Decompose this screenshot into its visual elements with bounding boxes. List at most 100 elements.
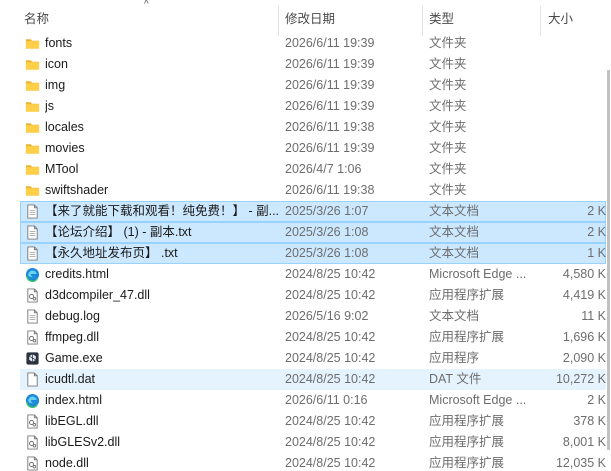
file-name: locales bbox=[45, 120, 84, 134]
file-modified-date: 2024/8/25 10:42 bbox=[285, 414, 376, 428]
file-type: 文件夹 bbox=[429, 78, 467, 92]
file-row[interactable]: icon 2026/6/11 19:39 文件夹 bbox=[20, 54, 606, 75]
file-type: 应用程序扩展 bbox=[429, 414, 505, 428]
text-file-icon bbox=[25, 225, 40, 240]
column-header-size-label: 大小 bbox=[548, 12, 574, 26]
file-type: Microsoft Edge ... bbox=[429, 267, 527, 281]
file-name: img bbox=[45, 78, 66, 92]
file-size bbox=[544, 96, 606, 117]
text-file-icon bbox=[25, 204, 40, 219]
file-modified-date: 2026/5/16 9:02 bbox=[285, 309, 369, 323]
file-modified-date: 2025/3/26 1:08 bbox=[285, 246, 369, 260]
file-size bbox=[544, 33, 606, 54]
file-type: 应用程序扩展 bbox=[429, 456, 505, 470]
file-row[interactable]: index.html 2026/6/11 0:16 Microsoft Edge .… bbox=[20, 390, 606, 411]
file-size: 4,580 K bbox=[562, 267, 606, 281]
file-row[interactable]: js 2026/6/11 19:39 文件夹 bbox=[20, 96, 606, 117]
file-size: 1,696 K bbox=[562, 330, 606, 344]
file-row[interactable]: debug.log 2026/5/16 9:02 文本文档 11 K bbox=[20, 306, 606, 327]
file-modified-date: 2025/3/26 1:08 bbox=[285, 225, 369, 239]
file-explorer: 名称 ^ 修改日期 类型 大小 fonts 2026/6/11 19:39 文件夹 i… bbox=[0, 0, 611, 471]
dll-file-icon bbox=[25, 456, 40, 471]
file-row[interactable]: icudtl.dat 2024/8/25 10:42 DAT 文件 10,272 K bbox=[20, 369, 606, 390]
file-size bbox=[544, 117, 606, 138]
file-row[interactable]: ffmpeg.dll 2024/8/25 10:42 应用程序扩展 1,696 K bbox=[20, 327, 606, 348]
file-modified-date: 2024/8/25 10:42 bbox=[285, 372, 376, 386]
file-name: 【永久地址发布页】 .txt bbox=[45, 246, 178, 260]
file-modified-date: 2024/8/25 10:42 bbox=[285, 351, 376, 365]
file-type: 文件夹 bbox=[429, 36, 467, 50]
folder-icon bbox=[25, 141, 40, 156]
dll-file-icon bbox=[25, 330, 40, 345]
blank-file-icon bbox=[25, 372, 40, 387]
dll-file-icon bbox=[25, 435, 40, 450]
file-size: 378 K bbox=[573, 414, 606, 428]
file-type: 文本文档 bbox=[429, 204, 480, 218]
file-size: 11 K bbox=[581, 309, 606, 323]
file-size: 2 K bbox=[587, 393, 606, 407]
file-modified-date: 2024/8/25 10:42 bbox=[285, 330, 376, 344]
file-type: 文本文档 bbox=[429, 246, 480, 260]
file-type: 文件夹 bbox=[429, 162, 467, 176]
file-size: 4,419 K bbox=[562, 288, 606, 302]
file-name: credits.html bbox=[45, 267, 109, 281]
edge-icon bbox=[25, 267, 40, 283]
dll-file-icon bbox=[25, 414, 40, 429]
column-header-name-label: 名称 bbox=[24, 12, 50, 26]
edge-icon bbox=[25, 393, 40, 409]
file-size: 12,035 K bbox=[555, 456, 606, 470]
file-row[interactable]: fonts 2026/6/11 19:39 文件夹 bbox=[20, 33, 606, 54]
folder-icon bbox=[25, 183, 40, 198]
file-modified-date: 2024/8/25 10:42 bbox=[285, 435, 376, 449]
vertical-scrollbar[interactable] bbox=[606, 38, 611, 471]
file-row[interactable]: 【论坛介绍】 (1) - 副本.txt 2025/3/26 1:08 文本文档 2 K bbox=[20, 222, 606, 243]
text-file-icon bbox=[25, 309, 40, 324]
file-modified-date: 2024/8/25 10:42 bbox=[285, 267, 376, 281]
file-size: 2,090 K bbox=[562, 351, 606, 365]
file-size bbox=[544, 138, 606, 159]
file-row[interactable]: libEGL.dll 2024/8/25 10:42 应用程序扩展 378 K bbox=[20, 411, 606, 432]
file-row[interactable]: libGLESv2.dll 2024/8/25 10:42 应用程序扩展 8,001 … bbox=[20, 432, 606, 453]
file-modified-date: 2026/4/7 1:06 bbox=[285, 162, 362, 176]
scrollbar-thumb[interactable] bbox=[607, 70, 610, 450]
column-divider[interactable] bbox=[278, 6, 279, 36]
file-name: libGLESv2.dll bbox=[45, 435, 121, 449]
file-name: Game.exe bbox=[45, 351, 103, 365]
file-modified-date: 2026/6/11 19:39 bbox=[285, 36, 375, 50]
file-type: 应用程序扩展 bbox=[429, 288, 505, 302]
file-modified-date: 2024/8/25 10:42 bbox=[285, 288, 376, 302]
file-type: 文件夹 bbox=[429, 183, 467, 197]
file-type: 文件夹 bbox=[429, 99, 467, 113]
file-modified-date: 2026/6/11 19:39 bbox=[285, 78, 375, 92]
file-name: libEGL.dll bbox=[45, 414, 99, 428]
file-type: Microsoft Edge ... bbox=[429, 393, 527, 407]
file-row[interactable]: img 2026/6/11 19:39 文件夹 bbox=[20, 75, 606, 96]
file-row[interactable]: 【来了就能下载和观看！纯免费！】 - 副... 2025/3/26 1:07 文本文… bbox=[20, 201, 606, 222]
file-type: 应用程序扩展 bbox=[429, 435, 505, 449]
file-row[interactable]: credits.html 2024/8/25 10:42 Microsoft Edg… bbox=[20, 264, 606, 285]
folder-icon bbox=[25, 57, 40, 72]
file-row[interactable]: movies 2026/6/11 19:39 文件夹 bbox=[20, 138, 606, 159]
column-divider[interactable] bbox=[422, 6, 423, 36]
sort-ascending-icon: ^ bbox=[144, 0, 149, 10]
file-row[interactable]: swiftshader 2026/6/11 19:38 文件夹 bbox=[20, 180, 606, 201]
file-type: 应用程序 bbox=[429, 351, 480, 365]
file-name: debug.log bbox=[45, 309, 100, 323]
file-row[interactable]: MTool 2026/4/7 1:06 文件夹 bbox=[20, 159, 606, 180]
file-type: 文本文档 bbox=[429, 309, 480, 323]
file-row[interactable]: d3dcompiler_47.dll 2024/8/25 10:42 应用程序扩展 4… bbox=[20, 285, 606, 306]
file-row[interactable]: Game.exe 2024/8/25 10:42 应用程序 2,090 K bbox=[20, 348, 606, 369]
file-size: 2 K bbox=[587, 225, 606, 239]
file-name: 【来了就能下载和观看！纯免费！】 - 副... bbox=[45, 204, 280, 218]
file-size bbox=[544, 159, 606, 180]
file-type: 文件夹 bbox=[429, 141, 467, 155]
column-divider[interactable] bbox=[540, 6, 541, 36]
file-row[interactable]: 【永久地址发布页】 .txt 2025/3/26 1:08 文本文档 1 K bbox=[20, 243, 606, 264]
folder-icon bbox=[25, 78, 40, 93]
file-modified-date: 2024/8/25 10:42 bbox=[285, 456, 376, 470]
file-row[interactable]: locales 2026/6/11 19:38 文件夹 bbox=[20, 117, 606, 138]
file-row[interactable]: node.dll 2024/8/25 10:42 应用程序扩展 12,035 K bbox=[20, 453, 606, 471]
file-modified-date: 2026/6/11 0:16 bbox=[285, 393, 368, 407]
column-header-type-label: 类型 bbox=[429, 12, 455, 26]
file-name: index.html bbox=[45, 393, 102, 407]
